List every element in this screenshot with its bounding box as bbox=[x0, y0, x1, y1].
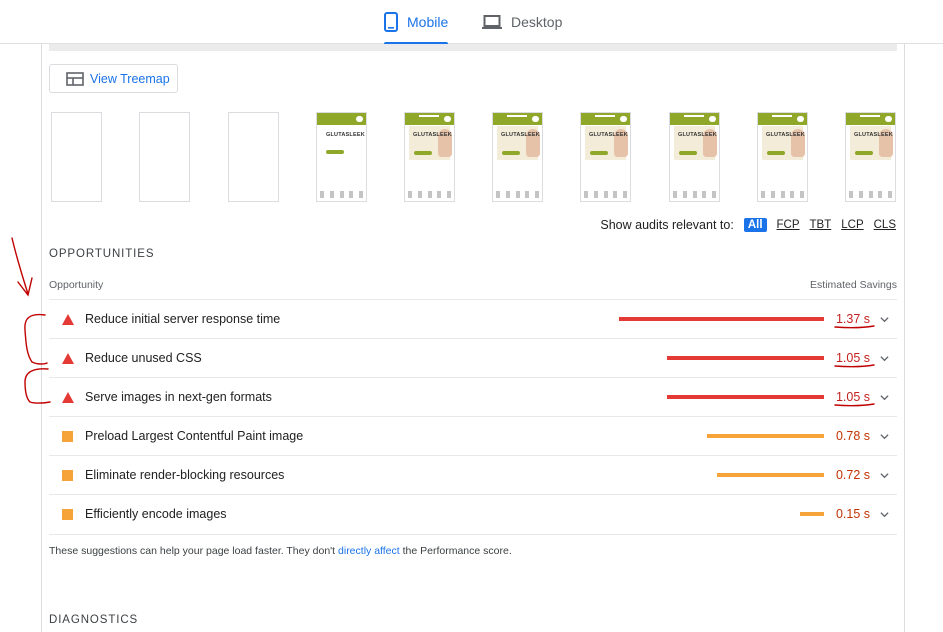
savings-value: 0.72 s bbox=[835, 468, 870, 482]
fail-triangle-icon bbox=[62, 352, 74, 364]
laptop-icon bbox=[482, 15, 502, 29]
savings-bar bbox=[667, 395, 824, 399]
opportunity-row[interactable]: Eliminate render-blocking resources 0.72… bbox=[49, 455, 897, 494]
note-text-before: These suggestions can help your page loa… bbox=[49, 545, 339, 557]
filmstrip-frame: GLUTASLEEK bbox=[845, 112, 896, 202]
opportunity-title: Reduce initial server response time bbox=[85, 312, 281, 326]
opportunity-row[interactable]: Reduce initial server response time 1.37… bbox=[49, 299, 897, 338]
opportunities-heading: OPPORTUNITIES bbox=[49, 248, 155, 260]
fail-triangle-icon bbox=[62, 313, 74, 325]
audit-filter-label: Show audits relevant to: bbox=[600, 218, 734, 232]
savings-value: 0.15 s bbox=[835, 507, 870, 521]
annotation-arrow bbox=[11, 237, 29, 295]
tab-desktop-label: Desktop bbox=[511, 14, 563, 30]
opportunity-row[interactable]: Preload Largest Contentful Paint image 0… bbox=[49, 416, 897, 455]
filter-lcp[interactable]: LCP bbox=[841, 219, 863, 231]
filter-all[interactable]: All bbox=[743, 218, 767, 232]
opportunity-row[interactable]: Serve images in next-gen formats 1.05 s bbox=[49, 377, 897, 416]
opportunity-title: Serve images in next-gen formats bbox=[85, 390, 272, 404]
column-opportunity: Opportunity bbox=[49, 279, 104, 291]
filter-cls[interactable]: CLS bbox=[874, 219, 896, 231]
savings-value: 1.05 s bbox=[835, 351, 870, 365]
view-treemap-button[interactable]: View Treemap bbox=[49, 64, 178, 93]
chevron-down-icon[interactable] bbox=[880, 354, 889, 363]
treemap-icon bbox=[66, 71, 84, 86]
filmstrip-frame bbox=[51, 112, 102, 202]
column-estimated-savings: Estimated Savings bbox=[810, 279, 897, 291]
tab-desktop[interactable]: Desktop bbox=[482, 0, 562, 44]
opportunities-note: These suggestions can help your page loa… bbox=[49, 545, 512, 557]
opportunity-row[interactable]: Reduce unused CSS 1.05 s bbox=[49, 338, 897, 377]
tab-mobile-label: Mobile bbox=[407, 14, 449, 30]
row-divider bbox=[49, 534, 897, 535]
thumb-brand-text: GLUTASLEEK bbox=[501, 132, 540, 138]
filmstrip-frame: GLUTASLEEK bbox=[492, 112, 543, 202]
filmstrip-frame: GLUTASLEEK bbox=[669, 112, 720, 202]
chevron-down-icon[interactable] bbox=[880, 315, 889, 324]
filter-tbt[interactable]: TBT bbox=[810, 219, 832, 231]
savings-value: 0.78 s bbox=[835, 429, 870, 443]
opportunity-title: Eliminate render-blocking resources bbox=[85, 468, 285, 482]
smartphone-icon bbox=[384, 12, 398, 32]
note-text-after: the Performance score. bbox=[399, 545, 512, 557]
savings-bar bbox=[717, 473, 824, 477]
view-treemap-label: View Treemap bbox=[90, 71, 170, 86]
average-square-icon bbox=[62, 508, 73, 520]
filmstrip-frame bbox=[139, 112, 190, 202]
thumb-brand-text: GLUTASLEEK bbox=[678, 132, 717, 138]
audit-filter-bar: Show audits relevant to: All FCP TBT LCP… bbox=[600, 218, 896, 232]
chevron-down-icon[interactable] bbox=[880, 432, 889, 441]
device-tabs: Mobile Desktop bbox=[0, 0, 943, 45]
thumb-brand-text: GLUTASLEEK bbox=[854, 132, 893, 138]
chevron-down-icon[interactable] bbox=[880, 393, 889, 402]
savings-bar bbox=[619, 317, 824, 321]
filmstrip-frame: GLUTASLEEK bbox=[580, 112, 631, 202]
annotation-arrow-head bbox=[17, 277, 33, 297]
filmstrip-frame: GLUTASLEEK bbox=[757, 112, 808, 202]
filmstrip-frame: GLUTASLEEK bbox=[316, 112, 367, 202]
chevron-down-icon[interactable] bbox=[880, 471, 889, 480]
opportunity-title: Efficiently encode images bbox=[85, 507, 227, 521]
average-square-icon bbox=[62, 430, 73, 442]
thumb-brand-text: GLUTASLEEK bbox=[766, 132, 805, 138]
filmstrip-frame bbox=[228, 112, 279, 202]
divider-strip bbox=[49, 44, 897, 51]
directly-affect-link[interactable]: directly affect bbox=[338, 545, 400, 557]
savings-value: 1.05 s bbox=[835, 390, 870, 404]
average-square-icon bbox=[62, 469, 73, 481]
thumb-brand-text: GLUTASLEEK bbox=[413, 132, 452, 138]
filmstrip-frame: GLUTASLEEK bbox=[404, 112, 455, 202]
savings-bar bbox=[800, 512, 824, 516]
opportunity-title: Reduce unused CSS bbox=[85, 351, 202, 365]
opportunity-title: Preload Largest Contentful Paint image bbox=[85, 429, 304, 443]
savings-value: 1.37 s bbox=[835, 312, 870, 326]
opportunity-row[interactable]: Efficiently encode images 0.15 s bbox=[49, 494, 897, 533]
savings-bar bbox=[707, 434, 824, 438]
tab-mobile[interactable]: Mobile bbox=[384, 0, 449, 45]
page: Mobile Desktop View Treemap GLUTASLEEK G… bbox=[0, 0, 943, 632]
filter-fcp[interactable]: FCP bbox=[777, 219, 800, 231]
thumb-brand-text: GLUTASLEEK bbox=[589, 132, 628, 138]
savings-bar bbox=[667, 356, 824, 360]
thumb-brand-text: GLUTASLEEK bbox=[326, 132, 365, 138]
opportunities-column-headers: Opportunity Estimated Savings bbox=[49, 279, 897, 291]
chevron-down-icon[interactable] bbox=[880, 510, 889, 519]
fail-triangle-icon bbox=[62, 391, 74, 403]
diagnostics-heading: DIAGNOSTICS bbox=[49, 614, 139, 626]
